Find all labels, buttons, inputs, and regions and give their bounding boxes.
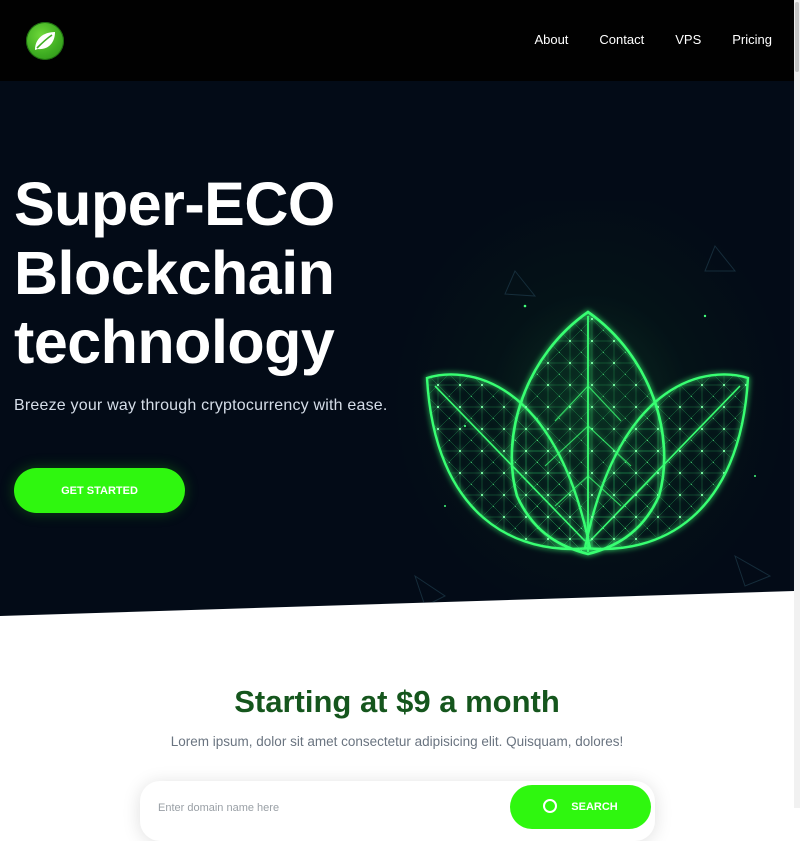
search-button-label: SEARCH (571, 800, 618, 813)
page-scrollbar[interactable] (794, 0, 800, 808)
nav-link-about[interactable]: About (534, 32, 568, 47)
nav-link-pricing[interactable]: Pricing (732, 32, 772, 47)
pricing-subtitle: Lorem ipsum, dolor sit amet consectetur … (170, 734, 624, 749)
nav-link-vps[interactable]: VPS (675, 32, 701, 47)
get-started-button[interactable]: GET STARTED (14, 468, 185, 513)
top-navbar: About Contact VPS Pricing (0, 0, 794, 81)
nav-link-contact[interactable]: Contact (599, 32, 644, 47)
scrollbar-thumb[interactable] (795, 2, 799, 72)
search-button[interactable]: SEARCH (510, 785, 651, 829)
pricing-title: Starting at $9 a month (234, 684, 560, 719)
lotus-network-illustration (414, 245, 772, 607)
hero-subtitle: Breeze your way through cryptocurrency w… (14, 397, 388, 414)
nav-menu: About Contact VPS Pricing (503, 32, 772, 47)
domain-search-input[interactable] (156, 801, 490, 815)
hero-title: Super-ECO Blockchain technology (14, 170, 335, 376)
leaf-logo-icon[interactable] (26, 22, 64, 60)
search-icon (543, 799, 558, 813)
hero-section: Super-ECO Blockchain technology Breeze y… (0, 81, 794, 616)
domain-search-box: SEARCH (140, 781, 655, 841)
